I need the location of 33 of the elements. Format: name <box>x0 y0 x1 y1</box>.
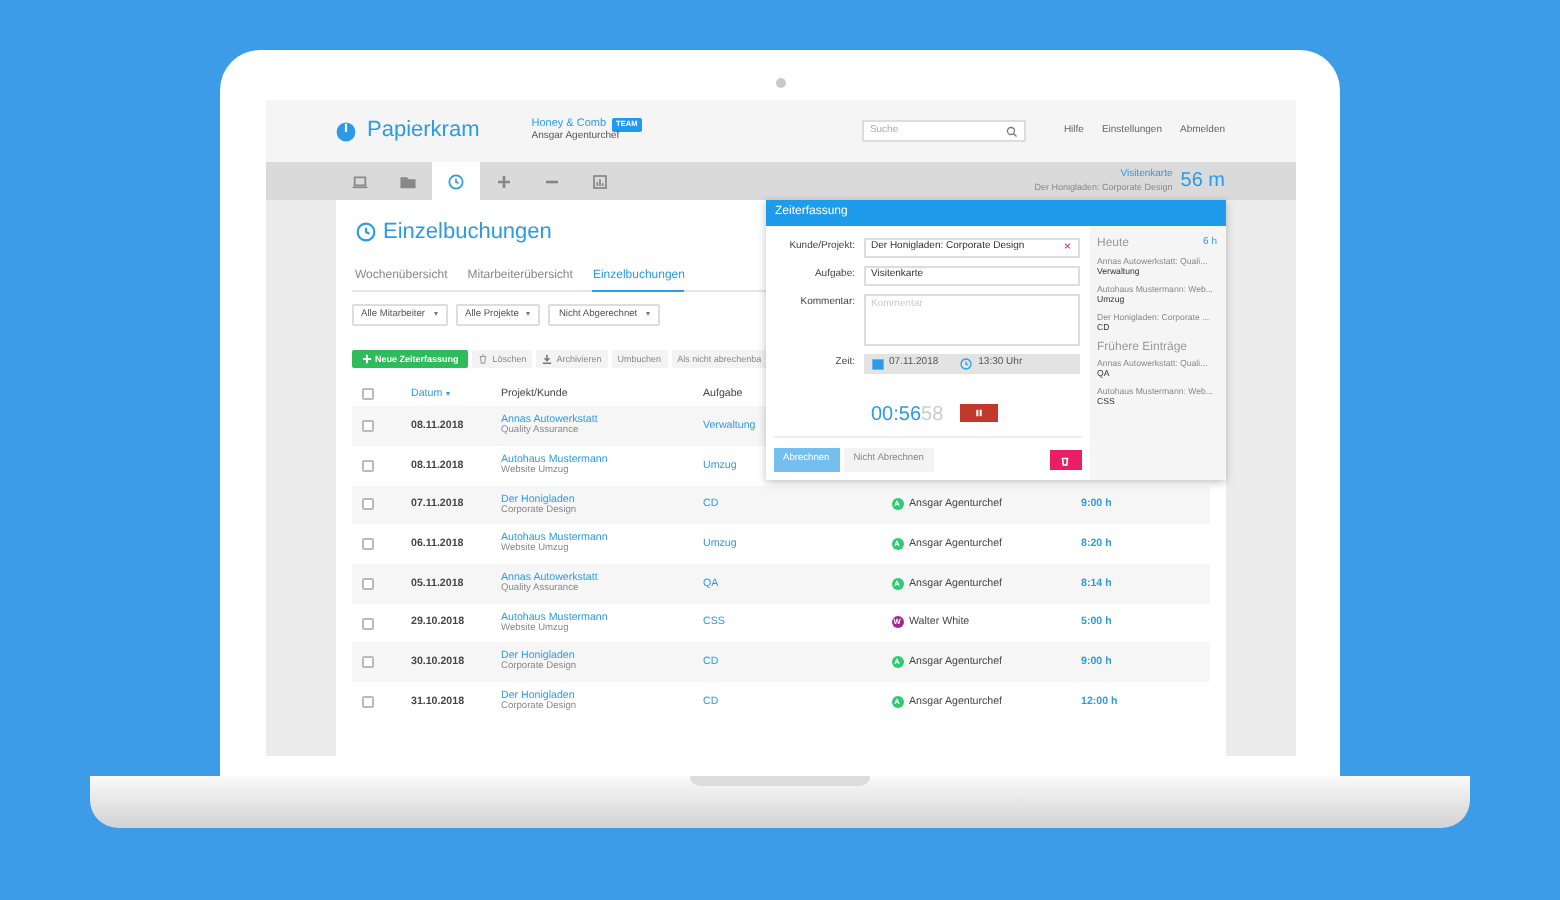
row-checkbox[interactable] <box>361 577 373 590</box>
download-icon <box>542 354 553 365</box>
row-checkbox[interactable] <box>361 459 373 472</box>
row-checkbox[interactable] <box>361 695 373 708</box>
pause-icon <box>973 407 984 418</box>
plus-icon <box>495 173 511 189</box>
clock-icon <box>960 358 973 370</box>
select-all-checkbox[interactable] <box>361 387 373 400</box>
logo-text: Papierkram <box>367 118 480 144</box>
plus-icon <box>361 354 371 365</box>
logo-icon <box>335 121 355 141</box>
clock-icon <box>447 173 463 189</box>
folder-icon <box>399 173 415 189</box>
row-checkbox[interactable] <box>361 656 373 669</box>
pause-button[interactable] <box>959 403 998 422</box>
page-title: Einzelbuchungen <box>383 220 552 246</box>
running-duration: 56 m <box>1180 169 1225 193</box>
laptop-icon <box>351 173 367 189</box>
timer-elapsed: 00:56 <box>871 404 922 426</box>
trash-icon <box>1060 455 1070 466</box>
camera-dot <box>775 78 785 88</box>
toolbar-tab[interactable] <box>431 162 479 200</box>
sort-caret-icon <box>446 391 451 396</box>
row-checkbox[interactable] <box>361 498 373 511</box>
row-checkbox[interactable] <box>361 617 373 629</box>
clock-icon <box>355 222 375 243</box>
search-icon <box>1005 125 1018 137</box>
row-checkbox[interactable] <box>361 538 373 551</box>
calendar-icon <box>871 358 883 370</box>
trash-icon <box>478 354 489 365</box>
row-checkbox[interactable] <box>361 420 373 433</box>
delete-button[interactable] <box>1049 450 1081 471</box>
chart-icon <box>591 173 607 189</box>
